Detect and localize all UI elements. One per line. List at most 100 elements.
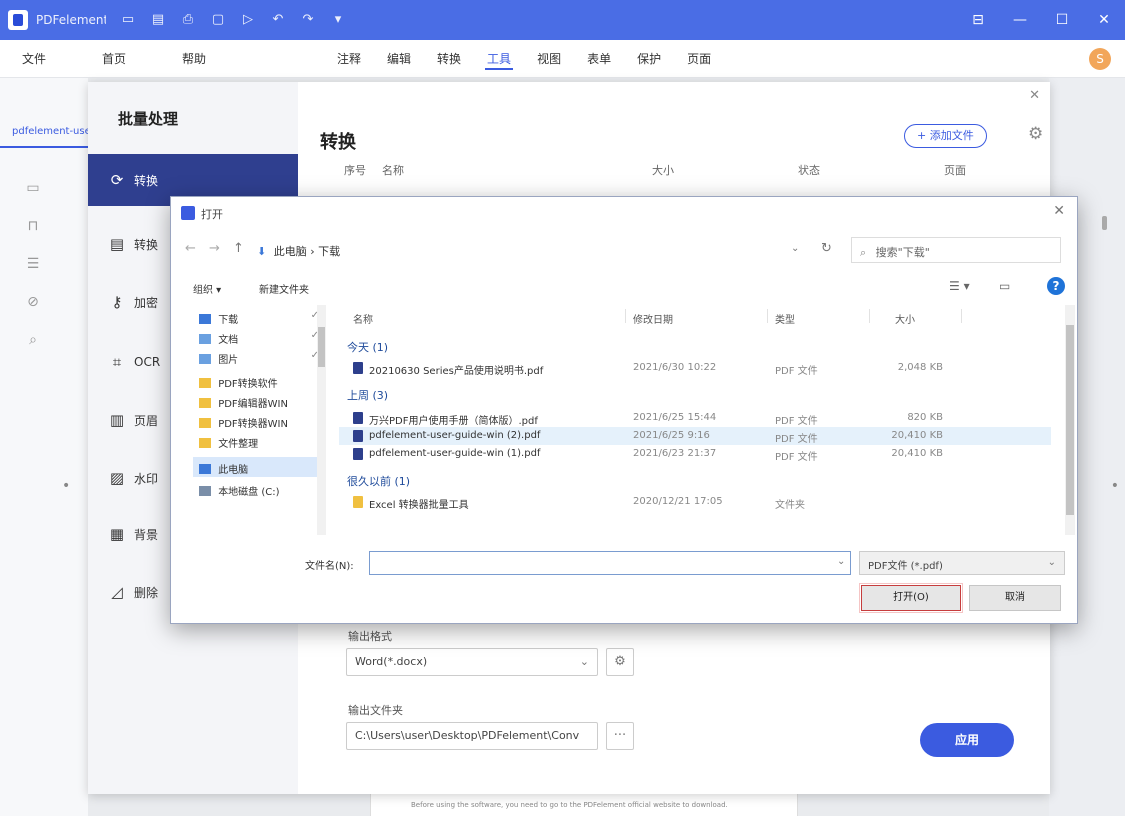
forward-icon[interactable]: → — [209, 241, 220, 256]
column-size: 大小 — [652, 164, 674, 177]
print-icon[interactable]: ⎙ — [180, 12, 196, 28]
screenshot-icon[interactable]: ▢ — [210, 12, 226, 28]
list-item[interactable]: 万兴PDF用户使用手册（简体版）.pdf 2021/6/25 15:44 PDF… — [339, 409, 1051, 427]
refresh-icon[interactable]: ↻ — [821, 241, 832, 256]
document-tab[interactable]: pdfelement-user-guide — [0, 118, 88, 148]
output-format-select[interactable]: Word(*.docx) ⌄ — [346, 648, 598, 676]
tree-item-folder[interactable]: PDF编辑器WIN — [193, 391, 321, 411]
chevron-down-icon: ⌄ — [1047, 557, 1056, 568]
file-table-header: 序号 名称 大小 状态 页面 — [320, 162, 1032, 184]
output-folder-field[interactable]: C:\Users\user\Desktop\PDFelement\Conv — [346, 722, 598, 750]
file-type-select[interactable]: PDF文件 (*.pdf) ⌄ — [859, 551, 1065, 575]
tree-item-folder[interactable]: PDF转换器WIN — [193, 411, 321, 431]
batch-nav-label: 删除 — [134, 585, 159, 600]
maximize-button[interactable]: ☐ — [1041, 12, 1083, 28]
list-item[interactable]: 20210630 Series产品使用说明书.pdf 2021/6/30 10:… — [339, 359, 1051, 377]
tree-item-documents[interactable]: 文档 ✓ — [193, 327, 321, 347]
thumbnail-icon[interactable]: ▭ — [24, 180, 42, 196]
column-date[interactable]: 修改日期 — [633, 311, 673, 326]
list-item[interactable]: pdfelement-user-guide-win (2).pdf 2021/6… — [339, 427, 1051, 445]
gear-icon[interactable]: ⚙ — [1028, 124, 1043, 144]
batch-close-icon[interactable]: ✕ — [1029, 88, 1040, 103]
group-header[interactable]: 今天 (1) — [347, 339, 388, 355]
comment-list-icon[interactable]: ☰ — [24, 256, 42, 272]
attachment-icon[interactable]: ⊘ — [24, 294, 42, 310]
batch-nav-label: 加密 — [134, 295, 159, 310]
tab-view[interactable]: 视图 — [537, 40, 561, 78]
tree-item-downloads[interactable]: 下载 ✓ — [193, 307, 321, 327]
browse-folder-button[interactable]: ··· — [606, 722, 634, 750]
filename-input[interactable] — [369, 551, 851, 575]
tree-item-this-pc[interactable]: 此电脑 — [193, 457, 321, 477]
pdf-file-icon — [353, 430, 363, 442]
convert-icon: ⟳ — [110, 171, 124, 189]
tab-form[interactable]: 表单 — [587, 40, 611, 78]
close-icon[interactable]: ✕ — [1053, 203, 1065, 219]
search-input[interactable]: ⌕ 搜索"下载" — [851, 237, 1061, 263]
search-icon[interactable]: ⌕ — [24, 332, 42, 348]
tree-item-folder[interactable]: PDF转换软件 — [193, 371, 321, 391]
tab-convert[interactable]: 转换 — [437, 40, 461, 78]
menu-bar: 文件 首页 帮助 注释 编辑 转换 工具 视图 表单 保护 页面 S — [0, 40, 1125, 78]
expand-handle-icon[interactable]: • — [1111, 478, 1119, 494]
address-dropdown-icon[interactable]: ⌄ — [791, 243, 799, 254]
menu-help[interactable]: 帮助 — [182, 50, 206, 67]
column-name[interactable]: 名称 — [353, 311, 373, 326]
back-icon[interactable]: ← — [185, 241, 196, 256]
up-icon[interactable]: ↑ — [233, 241, 244, 256]
pdf-file-icon — [353, 448, 363, 460]
organize-button[interactable]: 组织 ▾ — [193, 281, 221, 296]
minimize-button[interactable]: — — [999, 12, 1041, 28]
tab-page[interactable]: 页面 — [687, 40, 711, 78]
file-list-scrollbar[interactable] — [1065, 305, 1075, 535]
open-button[interactable]: 打开(O) — [859, 583, 963, 613]
add-files-button[interactable]: + 添加文件 — [904, 124, 987, 148]
tree-item-local-disk[interactable]: 本地磁盘 (C:) — [193, 479, 321, 499]
tree-item-folder[interactable]: 文件整理 — [193, 431, 321, 451]
column-size[interactable]: 大小 — [895, 311, 915, 326]
tree-item-label: 此电脑 — [218, 465, 249, 476]
tab-comment[interactable]: 注释 — [337, 40, 361, 78]
redo-icon[interactable]: ↷ — [300, 12, 316, 28]
group-header[interactable]: 上周 (3) — [347, 387, 388, 403]
file-type: 文件夹 — [775, 500, 805, 511]
tree-item-pictures[interactable]: 图片 ✓ — [193, 347, 321, 367]
file-date: 2021/6/30 10:22 — [633, 362, 717, 373]
collapse-handle-icon[interactable]: • — [62, 478, 70, 494]
tab-edit[interactable]: 编辑 — [387, 40, 411, 78]
play-icon[interactable]: ▷ — [240, 12, 256, 28]
customize-dropdown-icon[interactable]: ▾ — [330, 12, 346, 28]
list-item[interactable]: Excel 转换器批量工具 2020/12/21 17:05 文件夹 — [339, 493, 1051, 511]
save-icon[interactable]: ▭ — [120, 12, 136, 28]
close-window-button[interactable]: ✕ — [1083, 12, 1125, 28]
column-name: 名称 — [382, 164, 404, 177]
undo-icon[interactable]: ↶ — [270, 12, 286, 28]
menu-file[interactable]: 文件 — [22, 50, 46, 67]
new-folder-button[interactable]: 新建文件夹 — [259, 281, 309, 296]
apply-button[interactable]: 应用 — [920, 723, 1014, 757]
open-icon[interactable]: ▤ — [150, 12, 166, 28]
view-options-icon[interactable]: ☰ ▾ — [949, 279, 970, 293]
help-icon[interactable]: ? — [1047, 277, 1065, 295]
tab-protect[interactable]: 保护 — [637, 40, 661, 78]
avatar[interactable]: S — [1089, 48, 1111, 70]
address-bar[interactable]: ⬇ 此电脑 › 下载 — [253, 237, 848, 263]
tab-tools[interactable]: 工具 — [485, 40, 514, 78]
batch-nav-label: 转换 — [134, 237, 159, 252]
panel-toggle-button[interactable]: ⊟ — [957, 12, 999, 28]
folder-icon — [199, 438, 211, 448]
menu-home[interactable]: 首页 — [102, 50, 126, 67]
list-item[interactable]: pdfelement-user-guide-win (1).pdf 2021/6… — [339, 445, 1051, 463]
watermark-icon: ▨ — [109, 469, 125, 487]
cancel-button[interactable]: 取消 — [969, 585, 1061, 611]
preview-pane-icon[interactable]: ▭ — [999, 279, 1010, 293]
tree-scrollbar[interactable] — [317, 305, 326, 535]
column-type[interactable]: 类型 — [775, 311, 795, 326]
group-header[interactable]: 很久以前 (1) — [347, 473, 410, 489]
scroll-handle[interactable] — [1102, 216, 1107, 230]
file-size: 2,048 KB — [897, 362, 943, 373]
filename-dropdown-icon[interactable]: ⌄ — [837, 556, 845, 567]
bookmark-icon[interactable]: ⊓ — [24, 218, 42, 234]
file-type: PDF 文件 — [775, 452, 818, 463]
format-settings-button[interactable]: ⚙ — [606, 648, 634, 676]
